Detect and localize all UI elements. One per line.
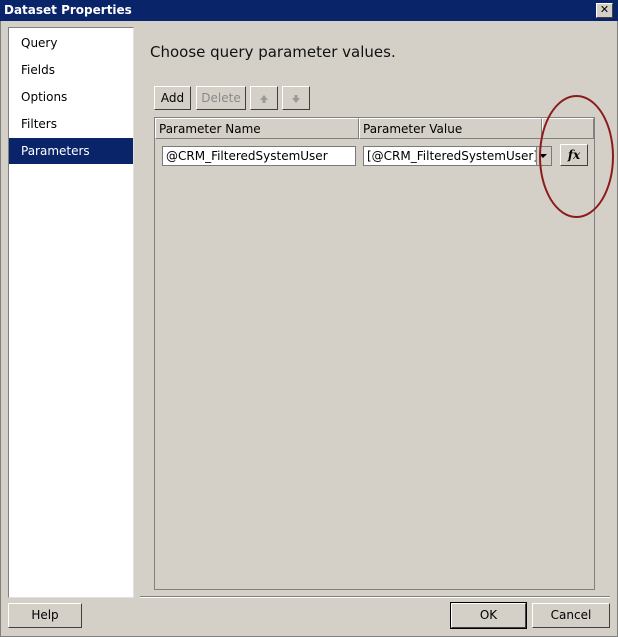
sidebar-item-options[interactable]: Options: [9, 84, 133, 110]
move-down-button[interactable]: [282, 86, 310, 110]
sidebar-item-parameters[interactable]: Parameters: [9, 138, 133, 164]
column-header-parameter-value[interactable]: Parameter Value: [359, 118, 542, 139]
parameter-value-combobox[interactable]: [@CRM_FilteredSystemUser]: [363, 146, 552, 166]
annotation-circle: [539, 95, 614, 218]
column-header-parameter-name[interactable]: Parameter Name: [155, 118, 359, 139]
parameter-value-text: [@CRM_FilteredSystemUser]: [367, 149, 538, 163]
parameter-name-input[interactable]: @CRM_FilteredSystemUser: [162, 146, 356, 166]
sidebar-item-fields[interactable]: Fields: [9, 57, 133, 83]
sidebar-item-query[interactable]: Query: [9, 30, 133, 56]
move-up-button[interactable]: [250, 86, 278, 110]
delete-button[interactable]: Delete: [196, 86, 246, 110]
arrow-up-icon: [260, 95, 268, 103]
window-title: Dataset Properties: [4, 3, 132, 17]
ok-button[interactable]: OK: [450, 602, 527, 629]
footer-separator: [140, 596, 610, 598]
close-button[interactable]: ✕: [596, 3, 613, 18]
help-button[interactable]: Help: [8, 603, 82, 628]
sidebar-nav: Query Fields Options Filters Parameters: [8, 27, 134, 598]
add-button[interactable]: Add: [154, 86, 191, 110]
page-heading: Choose query parameter values.: [150, 43, 396, 61]
parameters-grid: Parameter Name Parameter Value @CRM_Filt…: [154, 117, 595, 590]
sidebar-item-filters[interactable]: Filters: [9, 111, 133, 137]
arrow-down-icon: [292, 95, 300, 103]
cancel-button[interactable]: Cancel: [532, 603, 610, 628]
